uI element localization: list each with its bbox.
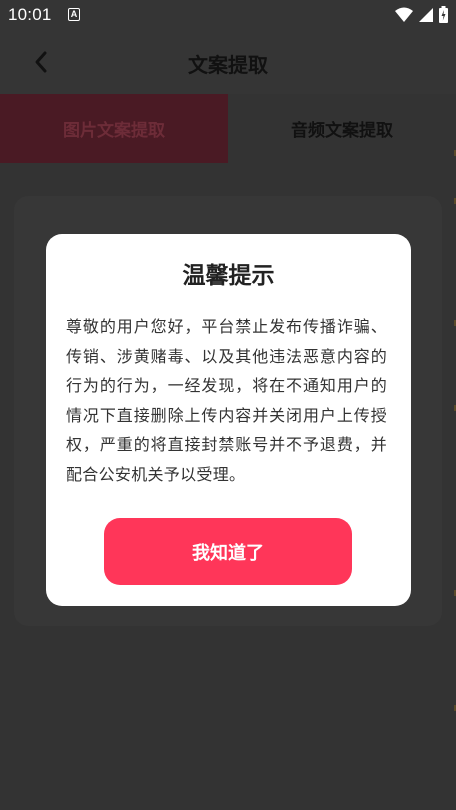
tab-audio-text-extract[interactable]: 音频文案提取 xyxy=(228,94,456,163)
dialog-body: 尊敬的用户您好，平台禁止发布传播诈骗、传销、涉黄赌毒、以及其他违法恶意内容的行为… xyxy=(66,317,387,484)
tab-image-text-extract[interactable]: 图片文案提取 xyxy=(0,94,228,163)
a-notification-icon: A xyxy=(68,8,80,21)
tab-bar: 图片文案提取 音频文案提取 xyxy=(0,94,456,163)
wifi-icon xyxy=(395,7,413,22)
status-bar: 10:01 A xyxy=(0,0,456,30)
page-title: 文案提取 xyxy=(188,53,268,77)
notice-dialog: 温馨提示 尊敬的用户您好，平台禁止发布传播诈骗、传销、涉黄赌毒、以及其他违法恶意… xyxy=(46,234,411,606)
dialog-title: 温馨提示 xyxy=(182,263,275,289)
status-icons xyxy=(395,6,448,23)
signal-icon xyxy=(419,7,433,22)
acknowledge-button[interactable]: 我知道了 xyxy=(104,518,352,585)
title-bar: 文案提取 xyxy=(0,30,456,94)
battery-icon xyxy=(439,6,448,23)
status-time: 10:01 xyxy=(8,5,52,24)
